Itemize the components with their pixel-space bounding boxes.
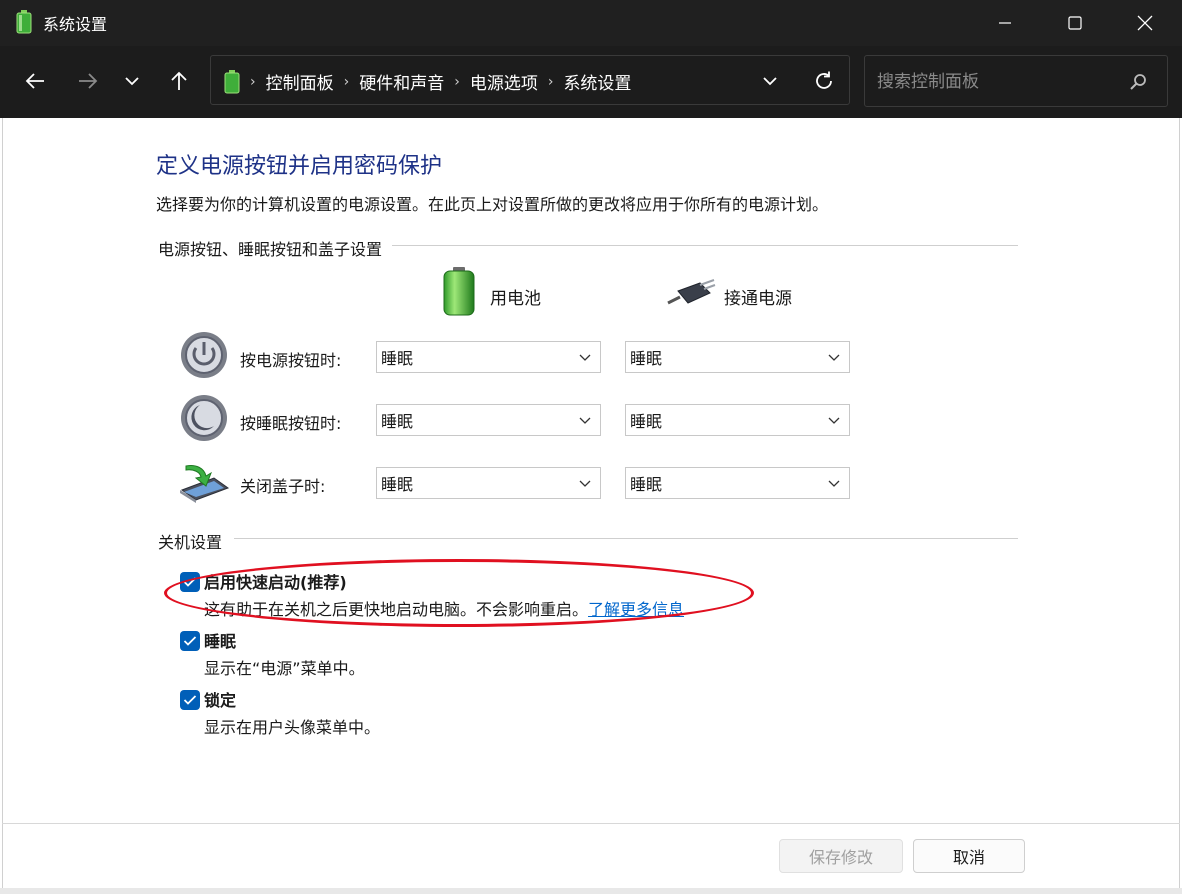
recent-locations-button[interactable] <box>114 62 150 100</box>
sleep-button-icon <box>180 394 228 446</box>
power-button-battery-select[interactable]: 睡眠 <box>376 341 601 373</box>
breadcrumb-separator-icon: › <box>547 73 554 90</box>
select-value: 睡眠 <box>630 349 663 368</box>
battery-column-header: 用电池 <box>490 289 541 309</box>
search-input[interactable] <box>875 68 1124 96</box>
maximize-icon <box>1068 16 1082 30</box>
cancel-button[interactable]: 取消 <box>913 839 1025 873</box>
breadcrumb: › 控制面板 › 硬件和声音 › 电源选项 › 系统设置 <box>224 69 631 94</box>
breadcrumb-item[interactable]: 系统设置 <box>563 69 631 94</box>
window-title: 系统设置 <box>43 15 108 34</box>
power-button-action-label: 按电源按钮时: <box>240 351 342 370</box>
page-title: 定义电源按钮并启用密码保护 <box>156 154 443 179</box>
plugged-in-column-header: 接通电源 <box>724 289 792 309</box>
chevron-down-icon <box>579 480 591 487</box>
minimize-button[interactable] <box>970 0 1040 46</box>
breadcrumb-item[interactable]: 电源选项 <box>470 69 538 94</box>
lock-option-description: 显示在用户头像菜单中。 <box>204 718 381 737</box>
arrow-right-icon <box>79 73 98 89</box>
chevron-down-icon <box>579 417 591 424</box>
maximize-button[interactable] <box>1040 0 1110 46</box>
sleep-button-plugged-select[interactable]: 睡眠 <box>625 404 850 436</box>
chevron-down-icon <box>579 354 591 361</box>
arrow-up-icon <box>171 71 187 90</box>
close-lid-plugged-select[interactable]: 睡眠 <box>625 467 850 499</box>
breadcrumb-separator-icon: › <box>250 73 256 90</box>
breadcrumb-separator-icon: › <box>343 73 350 90</box>
sleep-option-description: 显示在“电源”菜单中。 <box>204 659 365 678</box>
sleep-checkbox[interactable] <box>180 631 200 651</box>
window-bottom-edge <box>0 888 1182 894</box>
group-divider <box>160 538 1018 539</box>
close-lid-action-label: 关闭盖子时: <box>240 477 326 496</box>
chevron-down-icon <box>828 480 840 487</box>
close-button[interactable] <box>1110 0 1180 46</box>
close-lid-battery-select[interactable]: 睡眠 <box>376 467 601 499</box>
shutdown-group-label: 关机设置 <box>158 529 235 553</box>
checkmark-icon <box>183 695 197 705</box>
lock-checkbox[interactable] <box>180 690 200 710</box>
breadcrumb-battery-icon <box>224 69 240 94</box>
select-value: 睡眠 <box>630 412 663 431</box>
power-plug-icon <box>666 279 716 311</box>
select-value: 睡眠 <box>381 349 414 368</box>
power-button-icon <box>180 331 228 383</box>
breadcrumb-separator-icon: › <box>454 73 460 90</box>
battery-app-icon <box>16 10 32 34</box>
sleep-option-title[interactable]: 睡眠 <box>204 628 236 652</box>
search-icon[interactable] <box>1129 73 1147 91</box>
red-highlight-annotation <box>164 559 754 627</box>
checkmark-icon <box>183 636 197 646</box>
refresh-button[interactable] <box>812 69 836 93</box>
select-value: 睡眠 <box>381 412 414 431</box>
breadcrumb-item[interactable]: 硬件和声音 <box>359 69 444 94</box>
up-button[interactable] <box>161 62 197 100</box>
power-button-plugged-select[interactable]: 睡眠 <box>625 341 850 373</box>
chevron-down-icon <box>125 77 139 86</box>
save-changes-button[interactable]: 保存修改 <box>779 839 903 873</box>
battery-icon <box>441 267 477 321</box>
address-dropdown-button[interactable] <box>758 72 782 90</box>
power-buttons-group-label: 电源按钮、睡眠按钮和盖子设置 <box>158 236 393 260</box>
lock-option-title[interactable]: 锁定 <box>204 687 236 711</box>
footer-divider <box>2 823 1180 824</box>
sleep-button-action-label: 按睡眠按钮时: <box>240 414 342 433</box>
forward-button[interactable] <box>70 62 106 100</box>
chevron-down-icon <box>763 77 777 86</box>
select-value: 睡眠 <box>381 475 414 494</box>
breadcrumb-item[interactable]: 控制面板 <box>266 69 334 94</box>
arrow-left-icon <box>25 73 44 89</box>
chevron-down-icon <box>828 354 840 361</box>
laptop-lid-icon <box>178 460 230 508</box>
select-value: 睡眠 <box>630 475 663 494</box>
close-icon <box>1137 15 1153 31</box>
back-button[interactable] <box>17 62 53 100</box>
minimize-icon <box>999 22 1011 24</box>
sleep-button-battery-select[interactable]: 睡眠 <box>376 404 601 436</box>
chevron-down-icon <box>828 417 840 424</box>
refresh-icon <box>816 71 832 89</box>
page-description: 选择要为你的计算机设置的电源设置。在此页上对设置所做的更改将应用于你所有的电源计… <box>156 195 829 214</box>
search-box[interactable] <box>864 55 1168 107</box>
